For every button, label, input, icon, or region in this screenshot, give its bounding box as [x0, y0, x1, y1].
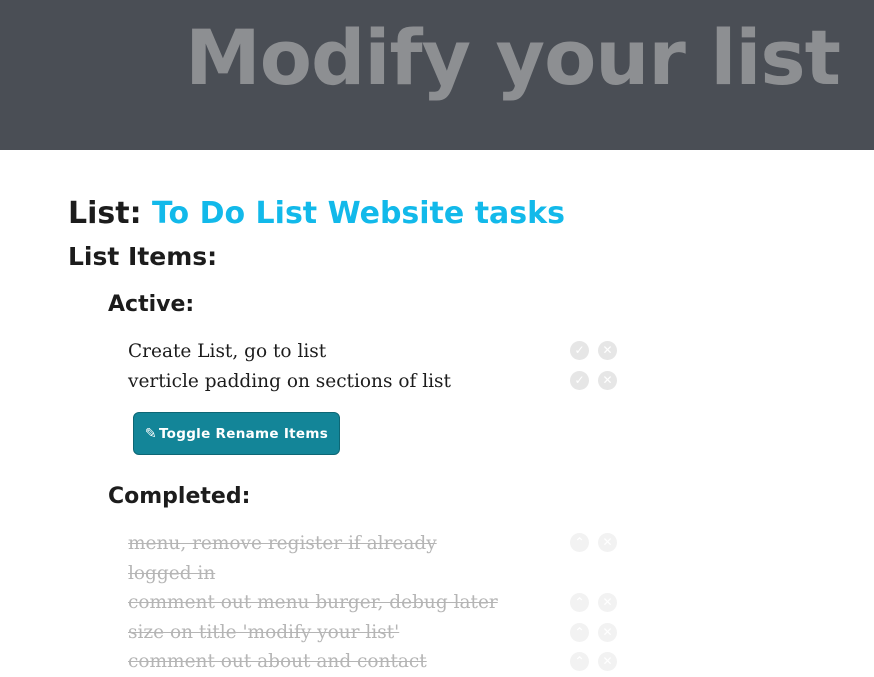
chevron-up-icon[interactable]: ⌃: [570, 652, 589, 671]
chevron-up-icon[interactable]: ⌃: [570, 623, 589, 642]
close-icon[interactable]: ✕: [598, 341, 617, 360]
page-title: Modify your list: [185, 13, 841, 102]
completed-item[interactable]: menu, remove register if already logged …: [128, 529, 500, 589]
chevron-up-icon[interactable]: ⌃: [570, 593, 589, 612]
toggle-rename-button[interactable]: ✎ Toggle Rename Items: [133, 412, 340, 455]
close-icon[interactable]: ✕: [598, 593, 617, 612]
list-label: List:: [68, 196, 142, 231]
check-icon[interactable]: ✓: [570, 341, 589, 360]
completed-item[interactable]: comment out about and contact: [128, 647, 500, 677]
toggle-rename-label: Toggle Rename Items: [158, 425, 329, 442]
page-header: Modify your list: [0, 0, 874, 150]
active-item[interactable]: verticle padding on sections of list: [128, 367, 508, 397]
chevron-up-icon[interactable]: ⌃: [570, 533, 589, 552]
check-icon[interactable]: ✓: [570, 371, 589, 390]
close-icon[interactable]: ✕: [598, 371, 617, 390]
list-heading: List: To Do List Website tasks: [68, 196, 565, 231]
active-heading: Active:: [108, 292, 195, 317]
completed-heading: Completed:: [108, 484, 251, 509]
pencil-icon: ✎: [144, 425, 157, 442]
list-name: To Do List Website tasks: [152, 196, 565, 231]
close-icon[interactable]: ✕: [598, 623, 617, 642]
completed-item[interactable]: size on title 'modify your list': [128, 618, 500, 648]
completed-item[interactable]: comment out menu burger, debug later: [128, 588, 500, 618]
close-icon[interactable]: ✕: [598, 652, 617, 671]
list-items-heading: List Items:: [68, 242, 218, 271]
active-item[interactable]: Create List, go to list: [128, 337, 508, 367]
close-icon[interactable]: ✕: [598, 533, 617, 552]
